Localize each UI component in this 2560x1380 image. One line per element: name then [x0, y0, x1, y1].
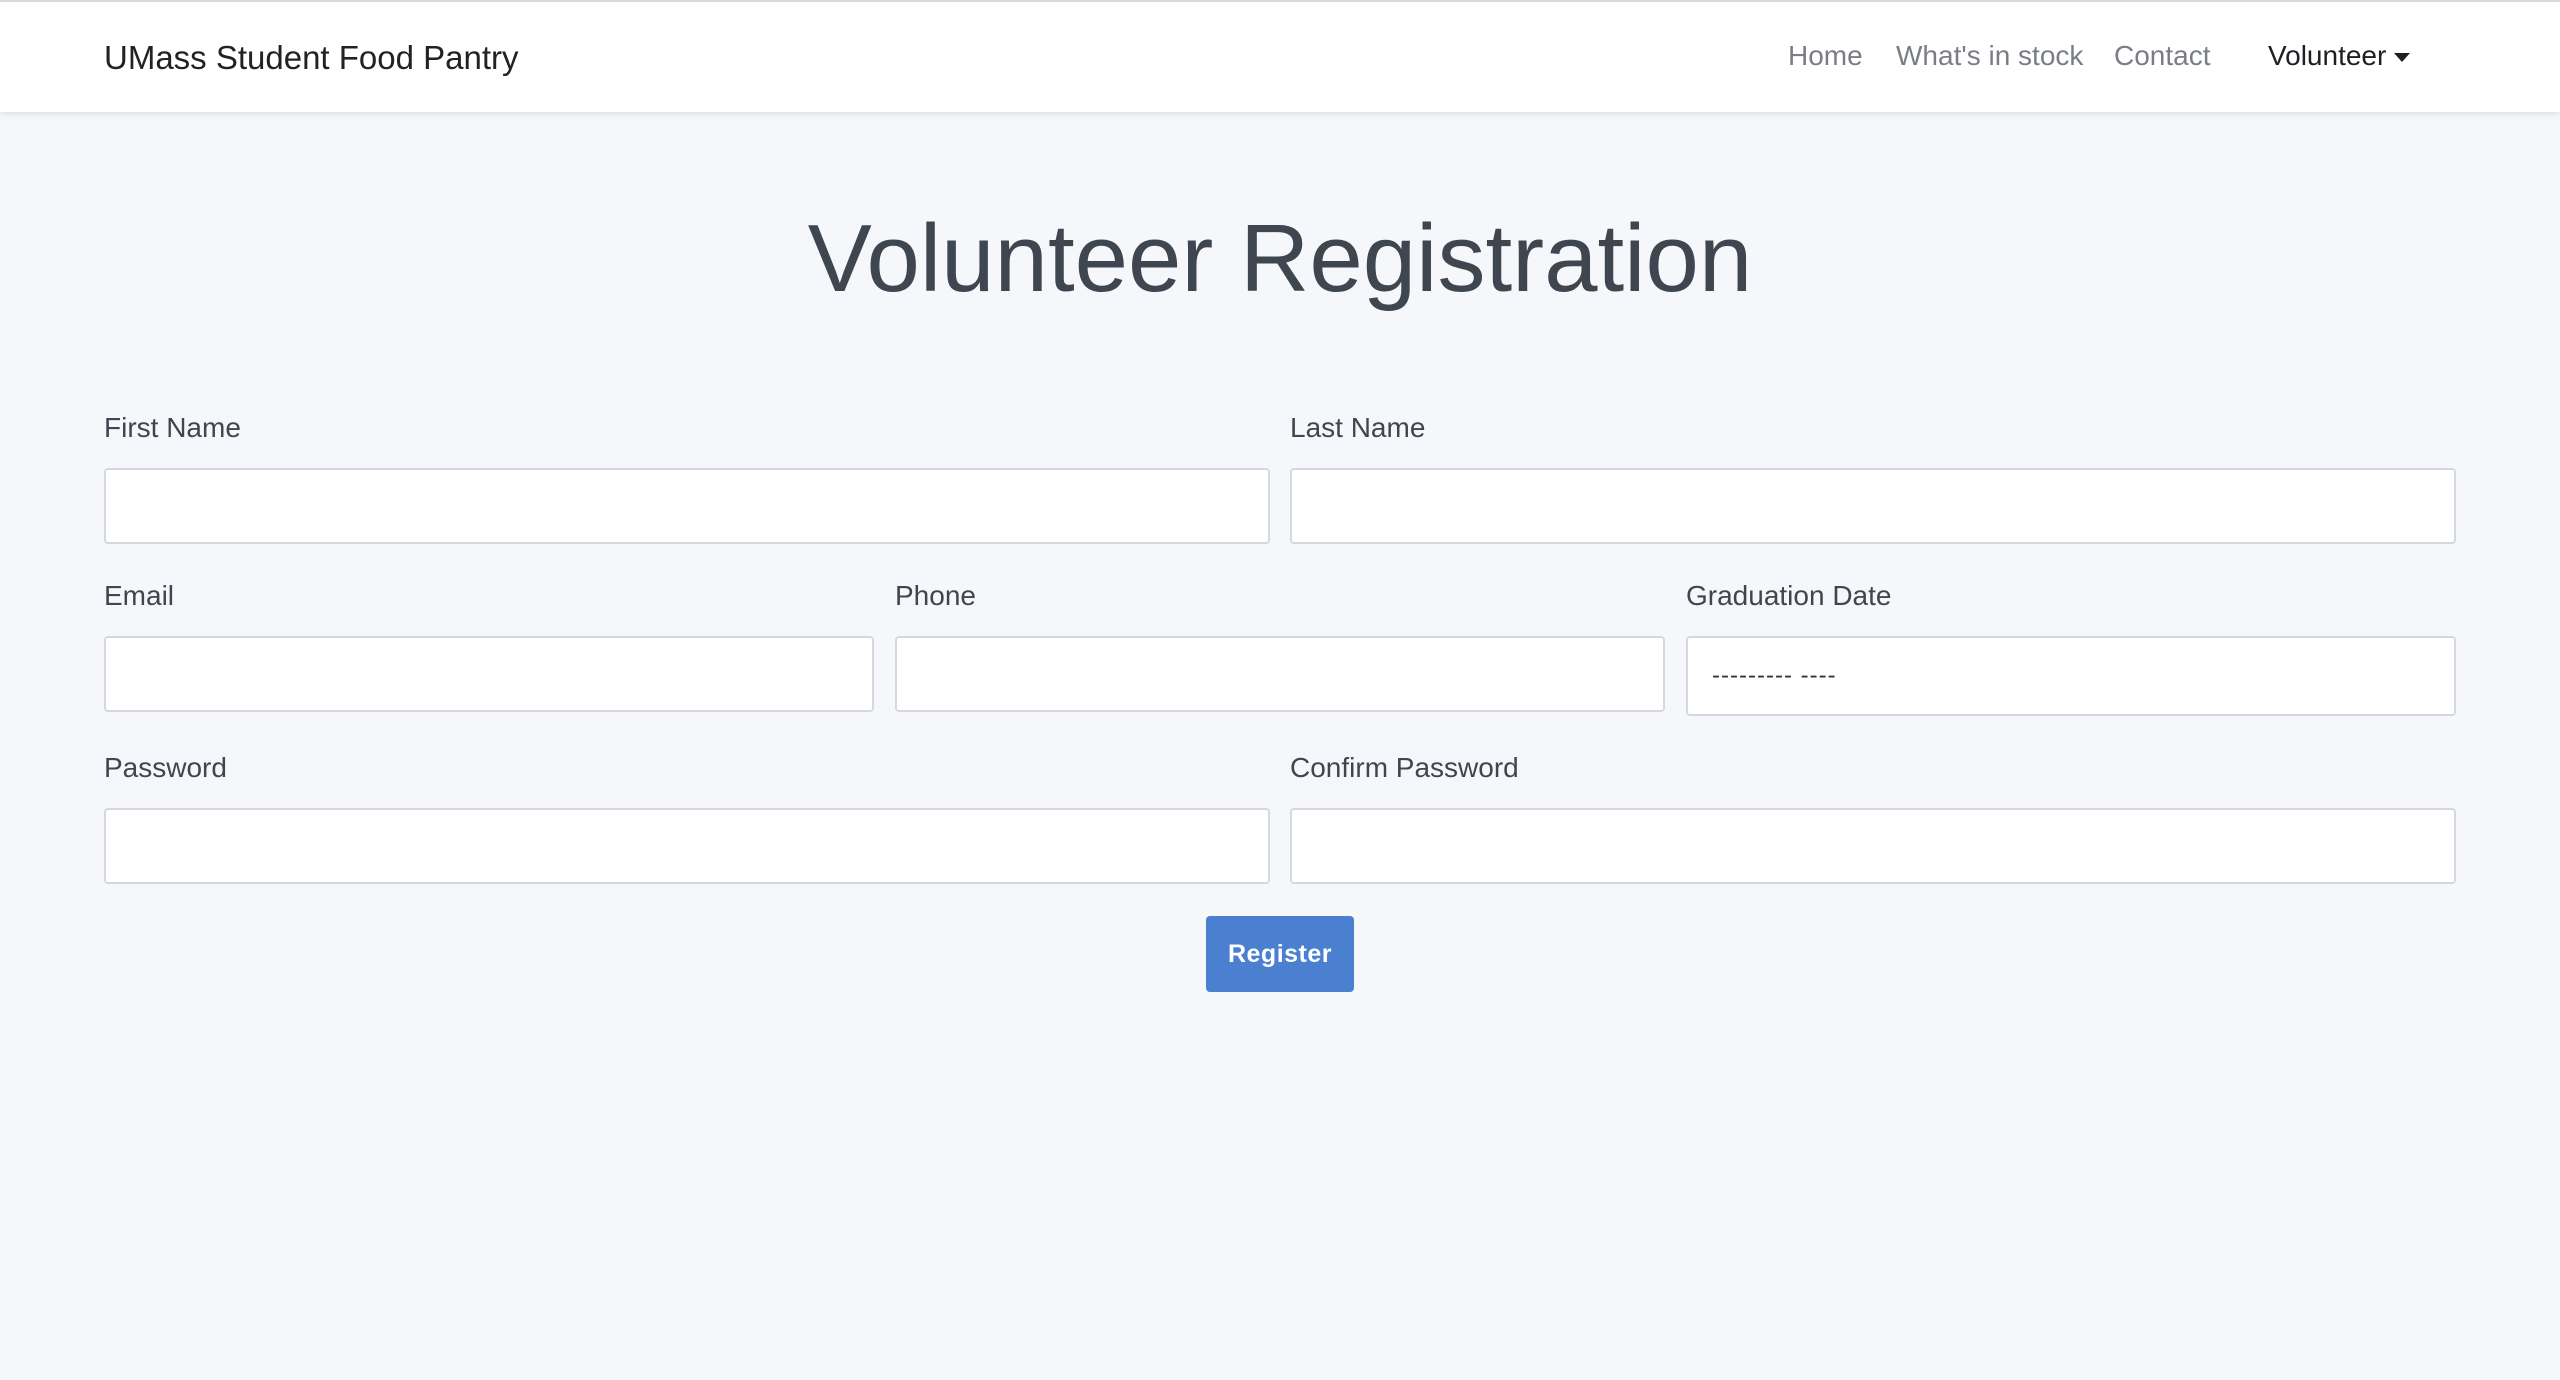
brand-link[interactable]: UMass Student Food Pantry: [104, 2, 519, 114]
volunteer-dropdown[interactable]: Volunteer: [2268, 40, 2411, 72]
graduation-date-placeholder: --------- ----: [1712, 662, 1837, 689]
phone-input[interactable]: [895, 636, 1665, 712]
email-label: Email: [104, 580, 175, 611]
graduation-date-label: Graduation Date: [1686, 580, 1892, 611]
nav-contact-link[interactable]: Contact: [2114, 40, 2211, 72]
first-name-input[interactable]: [104, 468, 1270, 544]
last-name-label: Last Name: [1290, 412, 1426, 443]
email-input[interactable]: [104, 636, 874, 712]
caret-down-icon: [2394, 52, 2411, 62]
first-name-label: First Name: [104, 412, 241, 443]
graduation-date-input[interactable]: --------- ----: [1686, 636, 2456, 716]
password-label: Password: [104, 752, 227, 783]
nav-stock-link[interactable]: What's in stock: [1896, 40, 2083, 72]
nav-home-link[interactable]: Home: [1788, 40, 1863, 72]
confirm-password-label: Confirm Password: [1290, 752, 1519, 783]
register-button[interactable]: Register: [1206, 916, 1354, 992]
confirm-password-input[interactable]: [1290, 808, 2456, 884]
phone-label: Phone: [895, 580, 976, 611]
page-title: Volunteer Registration: [807, 205, 1753, 312]
last-name-input[interactable]: [1290, 468, 2456, 544]
volunteer-dropdown-label: Volunteer: [2268, 40, 2387, 71]
password-input[interactable]: [104, 808, 1270, 884]
top-navbar: UMass Student Food Pantry Home What's in…: [0, 0, 2560, 112]
